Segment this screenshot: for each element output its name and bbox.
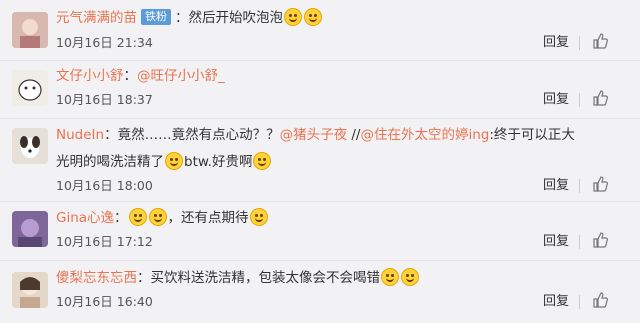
avatar[interactable] (12, 128, 48, 164)
grin-emoji-icon (381, 268, 399, 286)
grin-emoji-icon (128, 208, 147, 226)
fan-badge[interactable]: 铁粉 (141, 9, 171, 25)
comment-item: Gina心逸： ，还有点期待 10月16日 17:12 回复 (0, 201, 640, 261)
username-link[interactable]: 元气满满的苗 (56, 10, 137, 26)
comment-time: 10月16日 16:40 (56, 294, 153, 309)
thumbs-up-icon (593, 176, 608, 192)
comment-time: 10月16日 18:00 (56, 178, 153, 193)
thumbs-up-icon (593, 292, 608, 308)
avatar[interactable] (12, 70, 48, 106)
avatar[interactable] (12, 12, 48, 48)
comment-text: ，还有点期待 (167, 210, 249, 226)
avatar[interactable] (12, 272, 48, 308)
avatar-image (12, 211, 48, 247)
avatar-image (12, 272, 48, 308)
comment-content: 元气满满的苗 铁粉 ：然后开始吹泡泡 (56, 6, 632, 30)
grin-emoji-icon (148, 208, 167, 226)
avatar-image (12, 70, 48, 106)
action-divider (579, 36, 580, 50)
reply-button[interactable]: 回复 (543, 232, 569, 252)
thumbs-up-icon (593, 33, 608, 49)
comment-content: Gina心逸： ，还有点期待 (56, 206, 632, 230)
mention-link[interactable]: @猪头子夜 (280, 127, 348, 143)
like-button[interactable] (592, 232, 608, 248)
clap-emoji-icon (304, 8, 322, 26)
laugh-cry-emoji-icon (253, 152, 272, 170)
action-divider (579, 295, 580, 309)
like-button[interactable] (592, 90, 608, 106)
avatar-image (12, 128, 48, 164)
dog-emoji-icon (165, 152, 183, 170)
comment-item: 文仔小小舒：@旺仔小小舒_ 10月16日 18:37 回复 (0, 60, 640, 119)
comment-content: NudeIn：竟然……竟然有点心动？？@猪头子夜 //@住在外太空的婷ing:终… (56, 122, 576, 176)
avatar[interactable] (12, 211, 48, 247)
comment-content: 傻梨忘东忘西：买饮料送洗洁精，包装太像会不会喝错 (56, 266, 632, 290)
comment-text: ：买饮料送洗洁精，包装太像会不会喝错 (137, 270, 380, 286)
like-button[interactable] (592, 33, 608, 49)
comment-content: 文仔小小舒：@旺仔小小舒_ (56, 64, 632, 88)
comment-text: ：然后开始吹泡泡 (175, 10, 283, 26)
comment-item: NudeIn：竟然……竟然有点心动？？@猪头子夜 //@住在外太空的婷ing:终… (0, 118, 640, 202)
comment-item: 元气满满的苗 铁粉 ：然后开始吹泡泡 10月16日 21:34 回复 (0, 0, 640, 61)
comment-item: 傻梨忘东忘西：买饮料送洗洁精，包装太像会不会喝错 10月16日 16:40 回复 (0, 260, 640, 323)
reply-button[interactable]: 回复 (543, 176, 569, 196)
comment-text: ：竟然……竟然有点心动？？ (104, 127, 280, 143)
thumbs-up-icon (593, 90, 608, 106)
mention-link[interactable]: @旺仔小小舒_ (137, 68, 225, 84)
reply-button[interactable]: 回复 (543, 90, 569, 110)
clap-emoji-icon (284, 8, 302, 26)
reply-button[interactable]: 回复 (543, 33, 569, 53)
comment-colon: ： (123, 68, 138, 84)
thumbs-up-icon (593, 232, 608, 248)
repost-separator: // (347, 127, 361, 143)
grin-emoji-icon (401, 268, 419, 286)
comment-colon: ： (114, 210, 128, 226)
comment-time: 10月16日 18:37 (56, 92, 153, 107)
comment-list: 元气满满的苗 铁粉 ：然后开始吹泡泡 10月16日 21:34 回复 文仔小小舒：@… (0, 0, 640, 323)
action-divider (579, 93, 580, 107)
action-divider (579, 235, 580, 249)
like-button[interactable] (592, 292, 608, 308)
comment-time: 10月16日 17:12 (56, 234, 153, 249)
username-link[interactable]: Gina心逸 (56, 210, 114, 226)
username-link[interactable]: NudeIn (56, 127, 104, 143)
smile-emoji-icon (249, 208, 268, 226)
comment-text: btw.好贵啊 (184, 154, 253, 170)
like-button[interactable] (592, 176, 608, 192)
reply-button[interactable]: 回复 (543, 292, 569, 312)
action-divider (579, 179, 580, 193)
username-link[interactable]: 文仔小小舒 (56, 68, 124, 84)
avatar-image (12, 12, 48, 48)
username-link[interactable]: 傻梨忘东忘西 (56, 270, 137, 286)
mention-link[interactable]: @住在外太空的婷ing (360, 127, 489, 143)
comment-time: 10月16日 21:34 (56, 35, 153, 50)
